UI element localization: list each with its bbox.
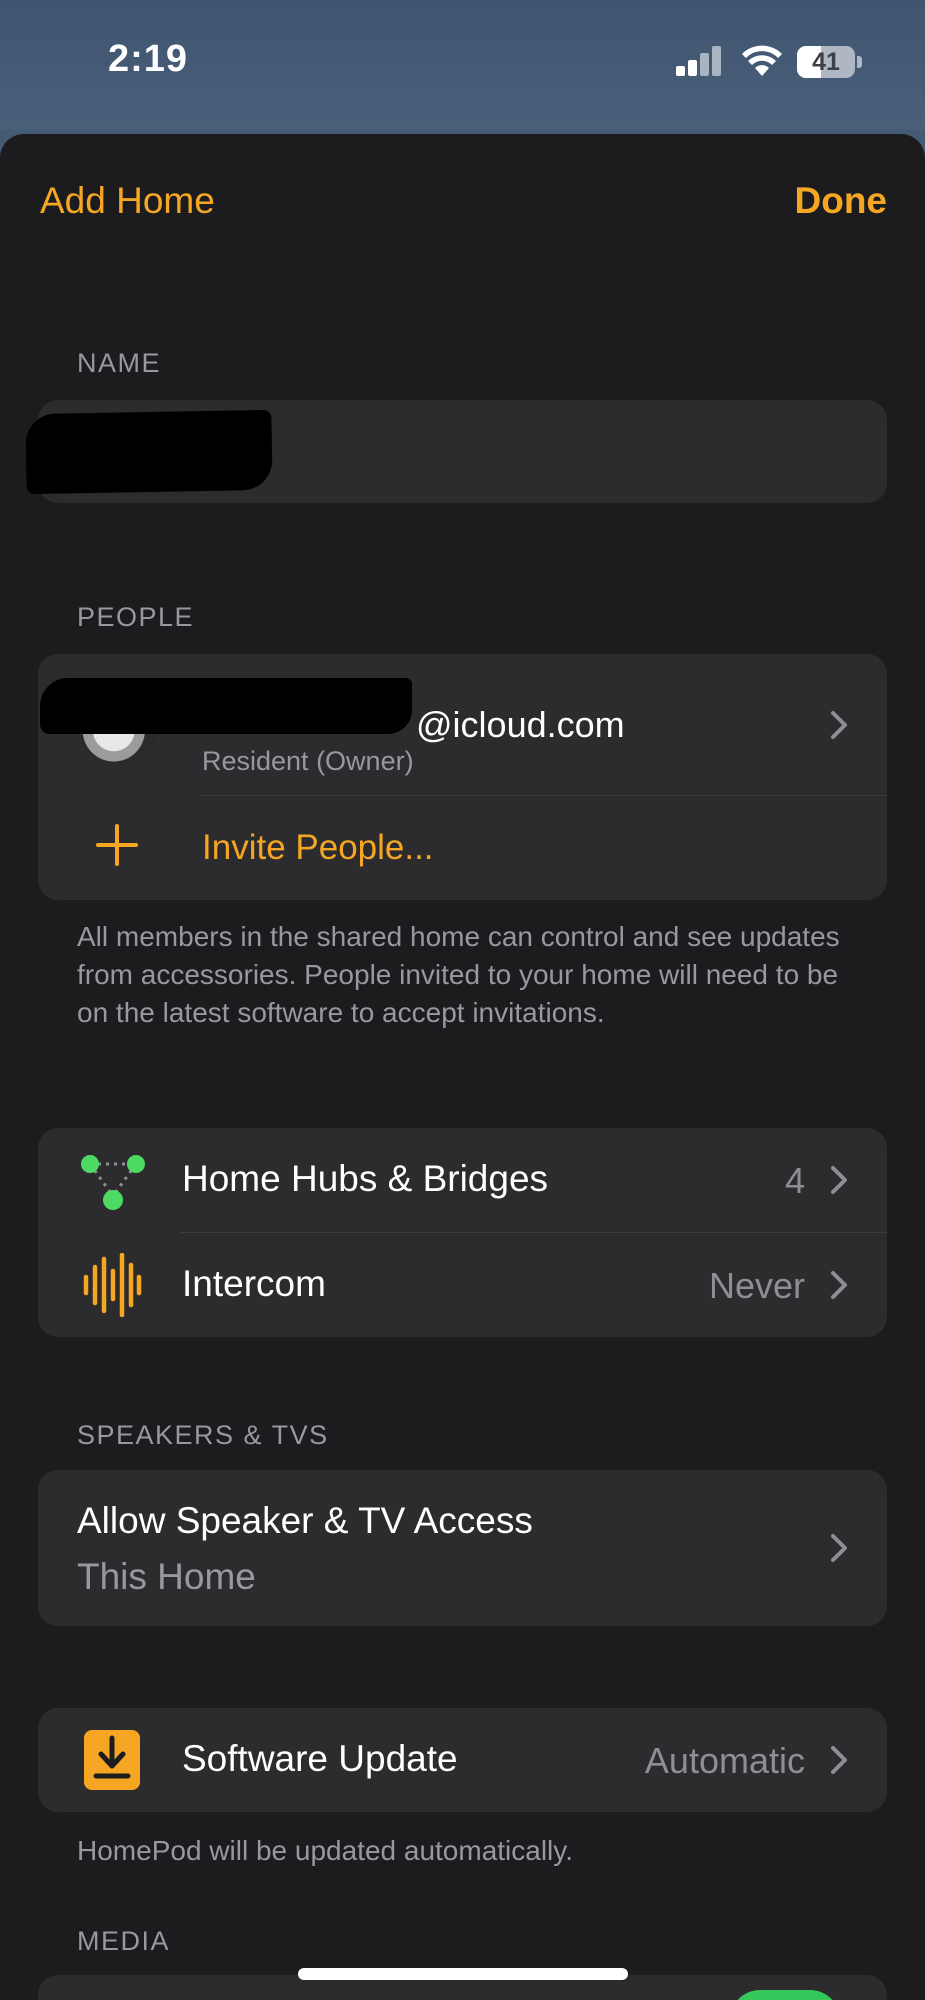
home-hubs-label: Home Hubs & Bridges [182,1158,549,1199]
software-update-icon [84,1730,140,1790]
home-hubs-count: 4 [784,1160,805,1201]
people-section-header: PEOPLE [77,602,195,632]
add-home-title: Add Home [40,180,215,221]
status-bar: 2:19 41 [0,0,925,130]
speaker-access-value: This Home [77,1556,256,1597]
redaction-mark [40,678,412,734]
name-section-header: NAME [77,348,162,378]
battery-indicator: 41 [797,46,863,78]
invite-people-row[interactable]: Invite People... [38,796,887,900]
chevron-right-icon [831,1166,847,1194]
wifi-icon [742,45,782,76]
cellular-signal-icon [676,46,724,76]
member-email: @icloud.com [416,704,625,745]
plus-icon [94,822,140,868]
done-button[interactable]: Done [795,180,888,222]
people-footer: All members in the shared home can contr… [77,921,840,1028]
member-role: Resident (Owner) [202,746,414,776]
intercom-label: Intercom [182,1263,326,1304]
intercom-value: Never [708,1265,805,1306]
media-section-header: MEDIA [77,1926,171,1956]
speaker-access-title: Allow Speaker & TV Access [77,1500,533,1541]
intercom-row[interactable]: Intercom Never [38,1233,887,1337]
home-hubs-row[interactable]: Home Hubs & Bridges 4 [38,1128,887,1232]
battery-level: 41 [812,48,840,76]
intercom-waveform-icon [83,1253,142,1317]
chevron-right-icon [831,711,847,739]
speaker-access-row[interactable]: Allow Speaker & TV Access This Home [38,1470,887,1626]
status-time: 2:19 [108,38,189,80]
redaction-mark [25,409,273,495]
battery-icon: 41 [797,46,855,78]
home-hub-icon [81,1155,145,1210]
invite-people-label: Invite People... [202,828,434,867]
software-update-value: Automatic [644,1740,805,1781]
software-update-footer: HomePod will be updated automatically. [77,1835,573,1866]
hubs-card: Home Hubs & Bridges 4 Intercom Never [38,1128,887,1337]
speakers-section-header: SPEAKERS & TVS [77,1420,329,1450]
home-indicator[interactable] [298,1968,628,1980]
chevron-right-icon [831,1746,847,1774]
chevron-right-icon [831,1534,847,1562]
software-update-row[interactable]: Software Update Automatic [38,1708,887,1812]
software-update-label: Software Update [182,1738,458,1779]
chevron-right-icon [831,1271,847,1299]
